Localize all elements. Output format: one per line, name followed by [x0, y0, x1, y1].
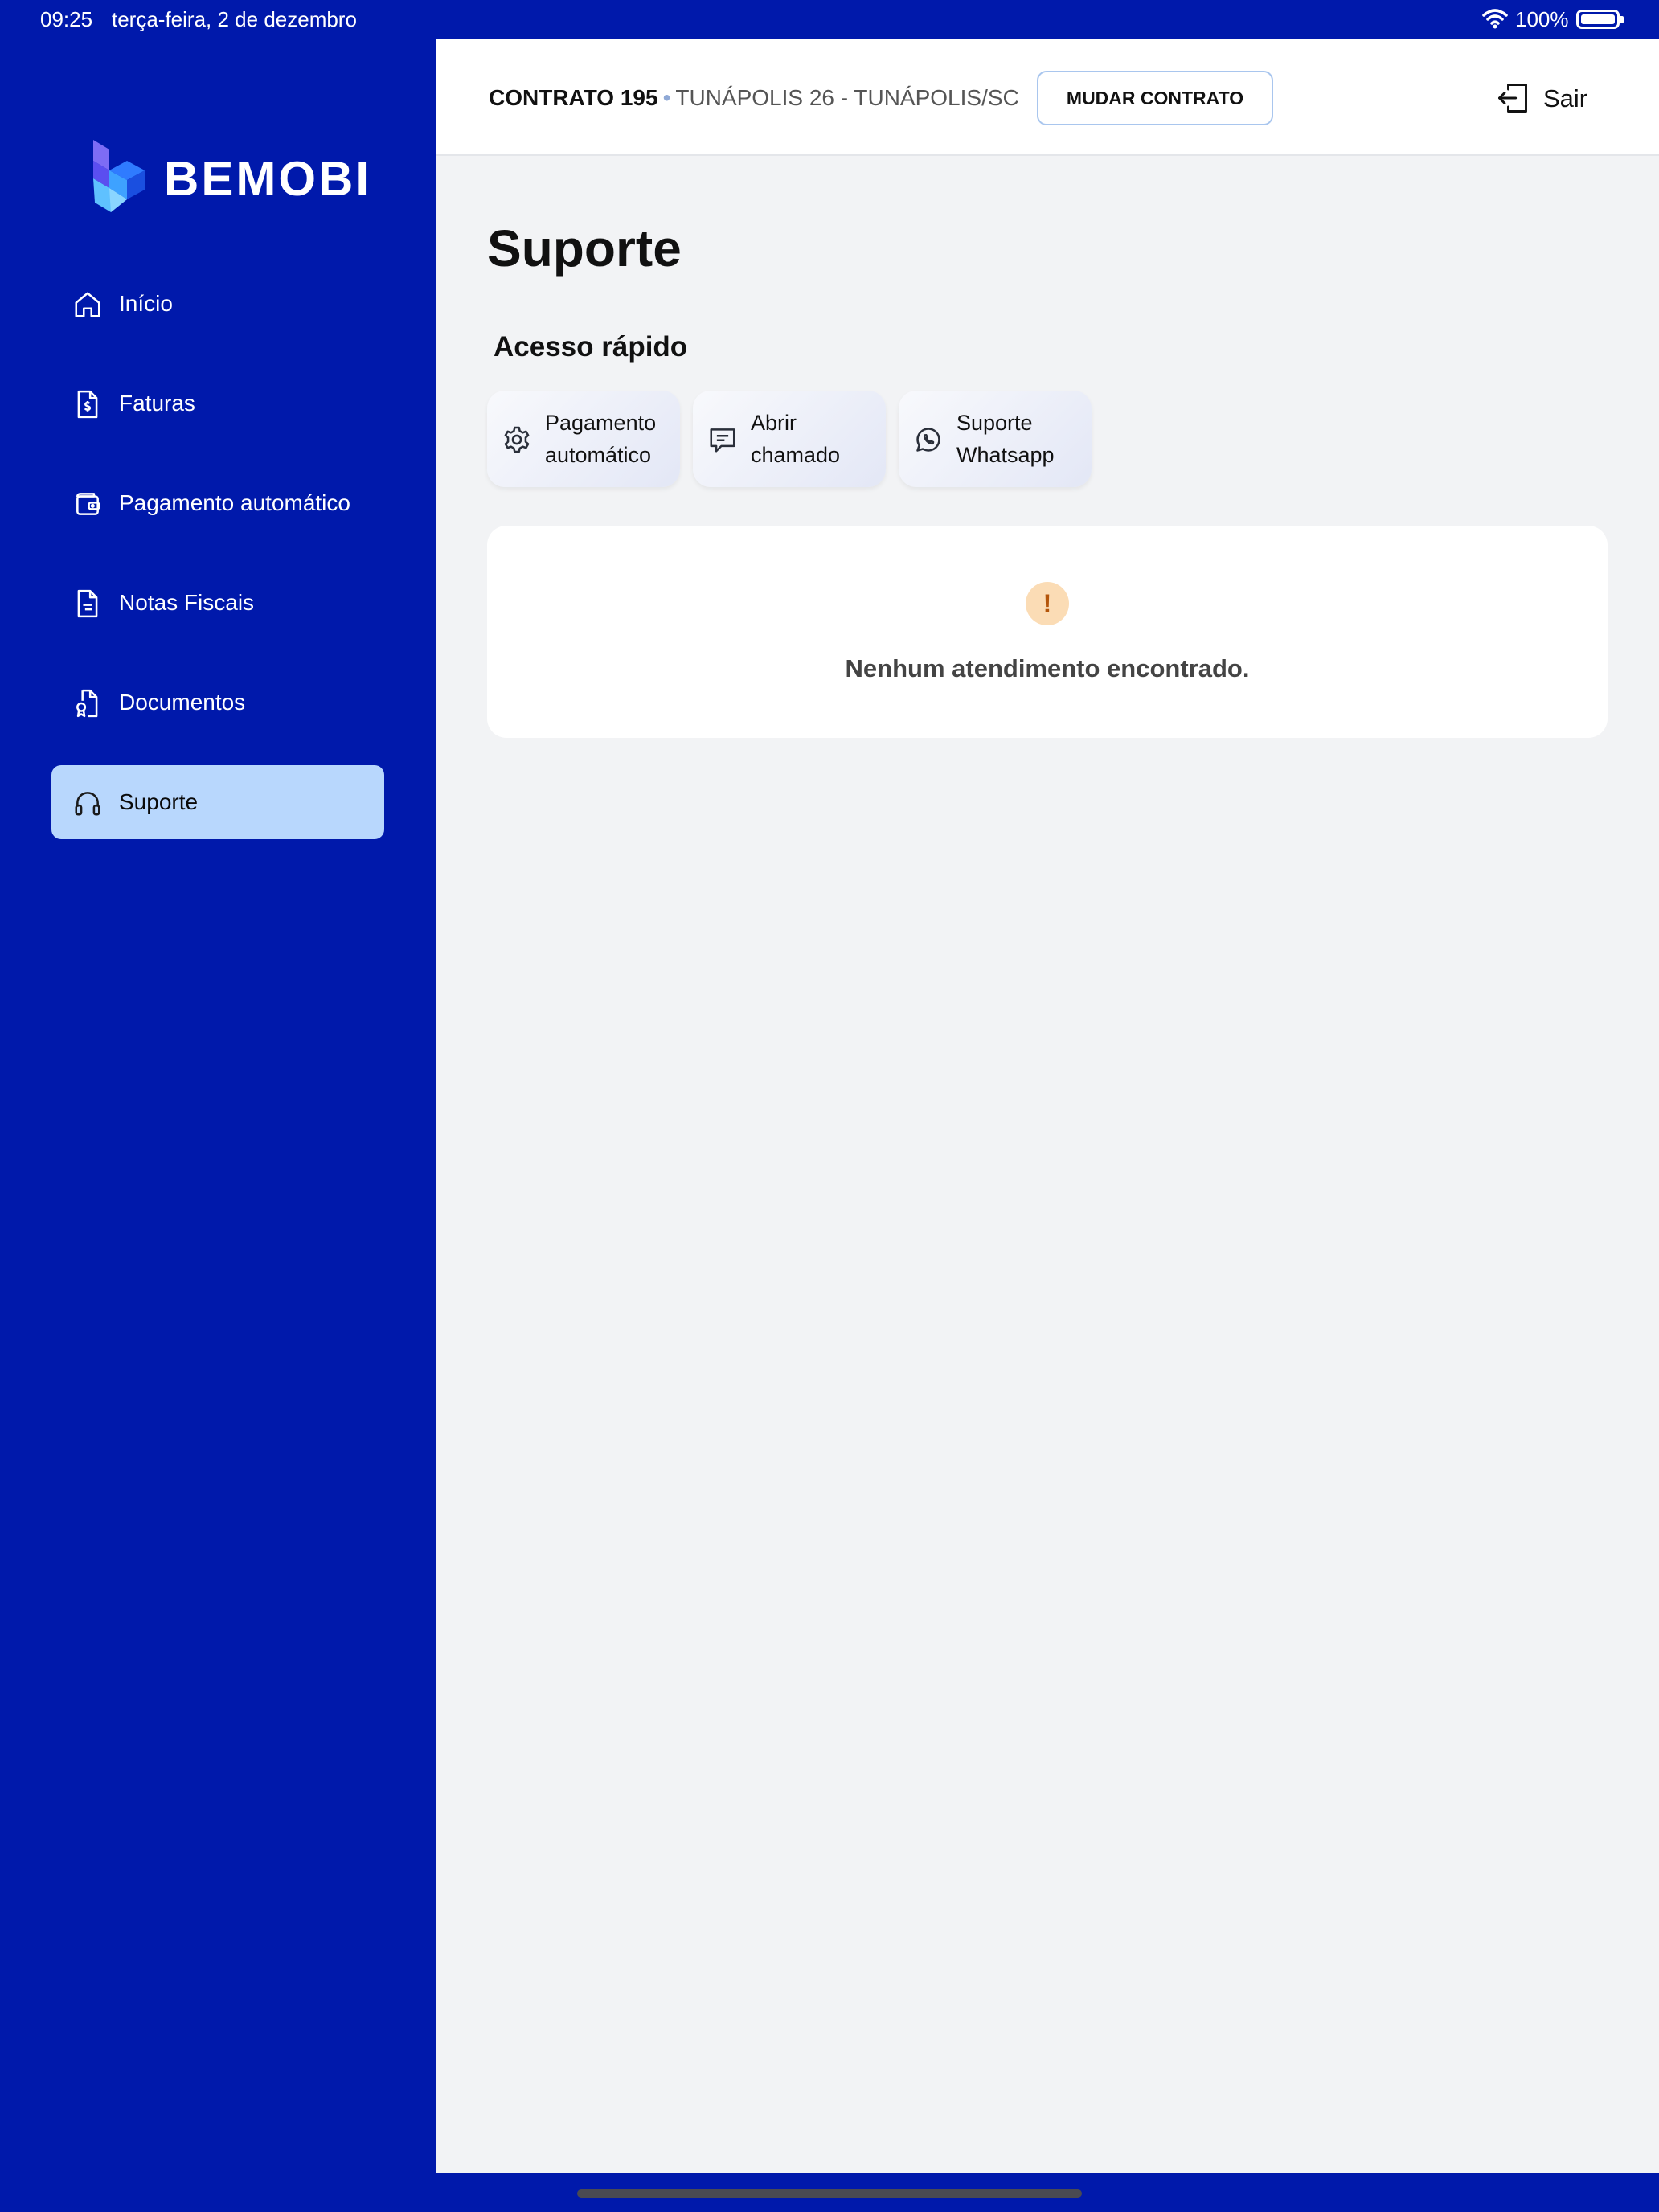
contract-separator: • [662, 85, 671, 110]
top-bar: CONTRATO 195 • TUNÁPOLIS 26 - TUNÁPOLIS/SC… [436, 39, 1659, 156]
home-icon [75, 292, 100, 317]
sidebar-item-faturas[interactable]: Faturas [51, 367, 384, 440]
quick-access-title: Acesso rápido [494, 331, 688, 363]
quick-access-pagamento-automatico[interactable]: Pagamento automático [487, 391, 680, 487]
main-content: CONTRATO 195 • TUNÁPOLIS 26 - TUNÁPOLIS/SC… [436, 39, 1659, 2173]
status-time: 09:25 [40, 7, 93, 31]
sidebar-item-inicio[interactable]: Início [51, 267, 384, 341]
logout-icon [1498, 84, 1527, 113]
empty-state-card: ! Nenhum atendimento encontrado. [487, 526, 1608, 738]
sidebar-item-label: Documentos [119, 690, 246, 715]
sidebar-item-label: Notas Fiscais [119, 590, 255, 615]
quick-access-line1: Suporte [956, 411, 1033, 435]
empty-state-message: Nenhum atendimento encontrado. [845, 654, 1250, 682]
gear-icon [504, 426, 530, 453]
sidebar-item-pagamento-automatico[interactable]: Pagamento automático [51, 466, 384, 540]
quick-access-line2: chamado [751, 443, 841, 467]
sidebar-item-label: Faturas [119, 391, 195, 416]
logo-mark-icon [93, 140, 145, 212]
document-icon [77, 589, 98, 618]
quick-access-suporte-whatsapp[interactable]: Suporte Whatsapp [899, 391, 1092, 487]
status-date: terça-feira, 2 de dezembro [112, 7, 357, 31]
sidebar-item-label: Suporte [119, 789, 199, 814]
page-title: Suporte [487, 219, 682, 277]
quick-access-abrir-chamado[interactable]: Abrir chamado [693, 391, 886, 487]
home-indicator[interactable] [577, 2189, 1082, 2198]
quick-access-label: Pagamento automático [545, 407, 656, 471]
certificate-icon [76, 689, 98, 718]
logout-label: Sair [1543, 84, 1588, 113]
sidebar-item-documentos[interactable]: Documentos [51, 666, 384, 739]
bemobi-logo: BEMOBI [90, 138, 369, 215]
contract-location: TUNÁPOLIS 26 - TUNÁPOLIS/SC [675, 85, 1019, 110]
sidebar: BEMOBI Início Faturas Pagamento automáti… [0, 39, 436, 2173]
invoice-icon [77, 390, 98, 419]
logout-button[interactable]: Sair [1495, 80, 1616, 116]
battery-percent: 100% [1515, 7, 1569, 31]
headphones-icon [75, 792, 100, 816]
sidebar-item-notas-fiscais[interactable]: Notas Fiscais [51, 566, 384, 640]
sidebar-item-suporte[interactable]: Suporte [51, 765, 384, 839]
whatsapp-icon [916, 428, 940, 452]
quick-access-label: Abrir chamado [751, 407, 840, 471]
chat-icon [710, 428, 735, 453]
wifi-icon [1482, 9, 1508, 29]
contract-number: CONTRATO 195 [489, 85, 658, 110]
quick-access-line2: Whatsapp [956, 443, 1055, 467]
sidebar-item-label: Início [119, 291, 173, 316]
status-bar: 09:25 terça-feira, 2 de dezembro 100% [0, 0, 1659, 39]
brand-name: BEMOBI [164, 152, 371, 206]
quick-access-line1: Abrir [751, 411, 797, 435]
sidebar-item-label: Pagamento automático [119, 490, 350, 515]
wallet-icon [76, 493, 100, 515]
change-contract-button[interactable]: MUDAR CONTRATO [1037, 71, 1273, 125]
contract-info: CONTRATO 195 • TUNÁPOLIS 26 - TUNÁPOLIS/SC [489, 85, 1019, 111]
quick-access-label: Suporte Whatsapp [956, 407, 1055, 471]
alert-icon: ! [1026, 582, 1069, 625]
quick-access-line2: automático [545, 443, 652, 467]
battery-icon [1576, 10, 1624, 29]
quick-access-line1: Pagamento [545, 411, 657, 435]
